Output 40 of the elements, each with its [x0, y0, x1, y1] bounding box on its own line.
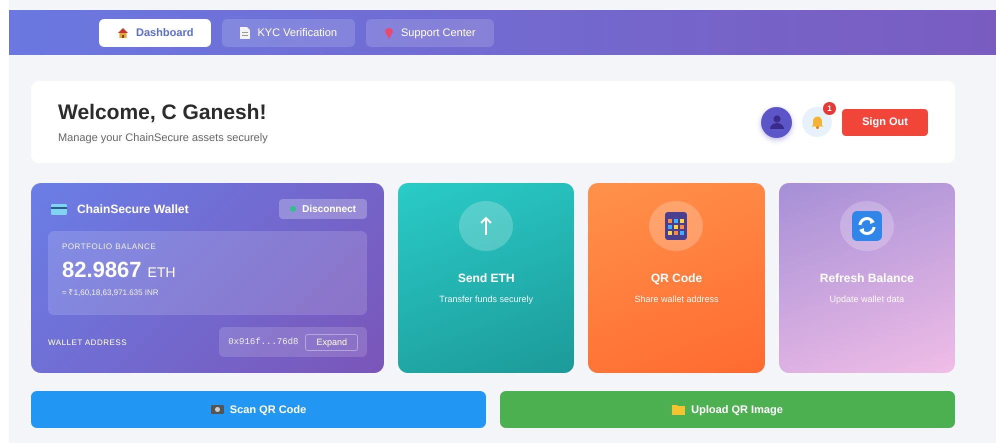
house-icon [117, 26, 129, 38]
card-icon [51, 204, 67, 214]
nav-tab[interactable]: Support Center [366, 18, 494, 46]
camera-icon [210, 405, 224, 414]
expand-button[interactable]: Expand [305, 334, 358, 350]
balance-unit: ETH [148, 264, 176, 280]
user-icon [770, 115, 784, 129]
wallet-title: ChainSecure Wallet [77, 202, 189, 216]
keypad-icon [665, 212, 688, 240]
wallet-address: 0x916f...76d8 [228, 337, 298, 347]
action-card[interactable]: Send ETH Transfer funds securely [398, 183, 574, 373]
notification-button[interactable] [802, 107, 832, 137]
balance-label: PORTFOLIO BALANCE [62, 242, 158, 251]
action-subtitle: Update wallet data [830, 294, 904, 304]
bell-icon [810, 115, 824, 129]
balance-amount: 82.9867 [62, 257, 142, 283]
action-subtitle: Share wallet address [634, 294, 719, 304]
welcome-title: Welcome, C Ganesh! [58, 100, 268, 124]
nav-tab[interactable]: Dashboard [99, 18, 212, 46]
action-card[interactable]: Refresh Balance Update wallet data [778, 183, 955, 373]
pin-icon [384, 26, 394, 38]
welcome-subtitle: Manage your ChainSecure assets securely [58, 132, 268, 144]
action-subtitle: Transfer funds securely [439, 294, 534, 304]
document-icon [240, 26, 250, 38]
up-arrow-icon [480, 216, 492, 236]
upload-button[interactable]: Upload QR Image [500, 391, 955, 428]
refresh-icon [852, 211, 882, 241]
address-label: WALLET ADDRESS [48, 338, 128, 346]
folder-icon [672, 404, 686, 415]
action-title: Send ETH [458, 271, 514, 285]
nav-tab[interactable]: KYC Verification [222, 18, 355, 46]
notification-badge: 1 [823, 102, 836, 115]
action-title: Refresh Balance [820, 271, 914, 285]
sign-out-button[interactable]: Sign Out [842, 108, 928, 136]
disconnect-button[interactable]: Disconnect [279, 199, 367, 219]
action-title: QR Code [650, 271, 702, 285]
action-card[interactable]: QR Code Share wallet address [588, 183, 765, 373]
scan-button[interactable]: Scan QR Code [31, 391, 486, 428]
fiat-value: ≈ ₹1,60,18,63,971.635 INR [62, 287, 160, 297]
avatar[interactable] [761, 106, 792, 138]
